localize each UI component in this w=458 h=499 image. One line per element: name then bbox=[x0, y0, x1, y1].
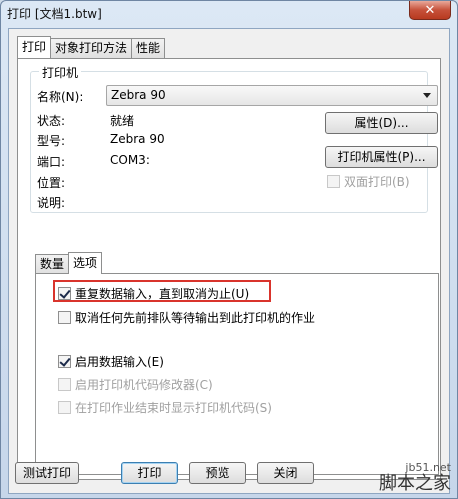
show-code-checkbox[interactable] bbox=[58, 401, 71, 414]
watermark: jb51.net 脚本之家 bbox=[379, 461, 451, 494]
dialog-body: 打印 对象打印方法 性能 打印机 名称(N): Zebra 90 状态: 就绪 … bbox=[8, 28, 450, 494]
status-value: 就绪 bbox=[110, 114, 135, 128]
cancel-queue-label: 取消任何先前排队等待输出到此打印机的作业 bbox=[75, 311, 316, 325]
close-icon: ✕ bbox=[424, 2, 436, 18]
show-code-row[interactable]: 在打印作业结束时显示打印机代码(S) bbox=[58, 399, 272, 416]
duplex-checkbox-row[interactable]: 双面打印(B) bbox=[327, 173, 410, 190]
enable-code-modifier-row[interactable]: 启用打印机代码修改器(C) bbox=[58, 376, 213, 393]
comment-label: 说明: bbox=[37, 196, 66, 210]
window-title: 打印 [文档1.btw] bbox=[7, 7, 102, 21]
tab-performance[interactable]: 性能 bbox=[131, 38, 166, 58]
properties-button[interactable]: 属性(D)... bbox=[325, 112, 438, 134]
top-tab-strip: 打印 对象打印方法 性能 bbox=[17, 36, 166, 58]
printer-name-label: 名称(N): bbox=[37, 90, 84, 104]
inner-tab-strip: 数量 选项 bbox=[35, 252, 103, 274]
print-button[interactable]: 打印 bbox=[121, 462, 178, 484]
enable-data-input-checkbox[interactable] bbox=[58, 355, 71, 368]
printer-group: 打印机 名称(N): Zebra 90 状态: 就绪 型号: Zebra 90 … bbox=[30, 64, 438, 213]
enable-data-input-label: 启用数据输入(E) bbox=[75, 355, 164, 369]
tab-quantity[interactable]: 数量 bbox=[35, 254, 70, 274]
tab-print[interactable]: 打印 bbox=[17, 36, 52, 58]
options-panel: 重复数据输入，直到取消为止(U) 取消任何先前排队等待输出到此打印机的作业 启用… bbox=[35, 273, 439, 475]
location-label: 位置: bbox=[37, 176, 66, 190]
preview-button[interactable]: 预览 bbox=[189, 462, 246, 484]
print-tab-panel: 打印机 名称(N): Zebra 90 状态: 就绪 型号: Zebra 90 … bbox=[17, 58, 441, 480]
tab-options[interactable]: 选项 bbox=[68, 252, 103, 274]
repeat-input-row[interactable]: 重复数据输入，直到取消为止(U) bbox=[58, 285, 249, 302]
printer-select[interactable]: Zebra 90 bbox=[106, 85, 438, 106]
model-label: 型号: bbox=[37, 134, 66, 148]
status-label: 状态: bbox=[37, 114, 66, 128]
print-dialog: 打印 [文档1.btw] ✕ 打印 对象打印方法 性能 打印机 名称(N): Z… bbox=[0, 0, 458, 499]
repeat-input-checkbox[interactable] bbox=[58, 287, 71, 300]
test-print-button[interactable]: 测试打印 bbox=[15, 462, 79, 484]
repeat-input-label: 重复数据输入，直到取消为止(U) bbox=[75, 287, 250, 301]
chevron-down-icon bbox=[423, 93, 431, 98]
model-value: Zebra 90 bbox=[110, 132, 165, 146]
enable-code-modifier-checkbox[interactable] bbox=[58, 378, 71, 391]
printer-group-title: 打印机 bbox=[39, 64, 82, 81]
enable-data-input-row[interactable]: 启用数据输入(E) bbox=[58, 353, 164, 370]
title-bar: 打印 [文档1.btw] ✕ bbox=[1, 1, 457, 27]
printer-select-value: Zebra 90 bbox=[111, 88, 166, 102]
printer-properties-button[interactable]: 打印机属性(P)... bbox=[325, 146, 438, 168]
port-label: 端口: bbox=[37, 155, 66, 169]
show-code-label: 在打印作业结束时显示打印机代码(S) bbox=[75, 401, 272, 415]
port-value: COM3: bbox=[110, 153, 150, 167]
cancel-queue-checkbox[interactable] bbox=[58, 311, 71, 324]
close-button[interactable]: 关闭 bbox=[257, 462, 314, 484]
tab-object-print-method[interactable]: 对象打印方法 bbox=[50, 38, 133, 58]
cancel-queue-row[interactable]: 取消任何先前排队等待输出到此打印机的作业 bbox=[58, 309, 315, 326]
close-window-button[interactable]: ✕ bbox=[409, 1, 451, 20]
watermark-brand: 脚本之家 bbox=[379, 473, 451, 494]
duplex-checkbox[interactable] bbox=[327, 175, 340, 188]
enable-code-modifier-label: 启用打印机代码修改器(C) bbox=[75, 378, 213, 392]
duplex-label: 双面打印(B) bbox=[344, 175, 410, 189]
